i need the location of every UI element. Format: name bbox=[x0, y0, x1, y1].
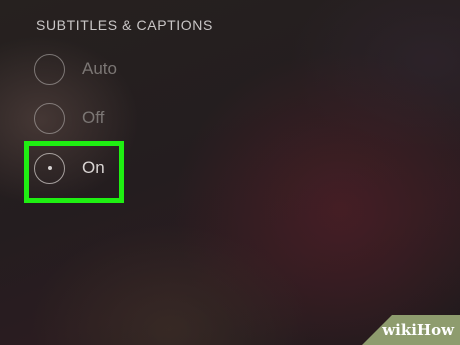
radio-off-icon[interactable] bbox=[34, 102, 65, 134]
option-auto-label: Auto bbox=[82, 59, 117, 78]
section-title: SUBTITLES & CAPTIONS bbox=[36, 17, 213, 33]
option-auto[interactable]: Auto bbox=[34, 51, 117, 87]
option-off[interactable]: Off bbox=[34, 100, 104, 136]
option-on[interactable]: On bbox=[34, 150, 105, 186]
subtitles-settings-screen: SUBTITLES & CAPTIONS Auto Off On wikiHow bbox=[0, 0, 460, 345]
option-off-label: Off bbox=[82, 108, 105, 127]
option-on-label: On bbox=[82, 158, 105, 177]
radio-auto-icon[interactable] bbox=[34, 53, 65, 85]
watermark-logo: wikiHow bbox=[382, 321, 454, 339]
radio-on-selected-icon[interactable] bbox=[34, 152, 65, 184]
radio-dot-icon bbox=[47, 166, 52, 170]
